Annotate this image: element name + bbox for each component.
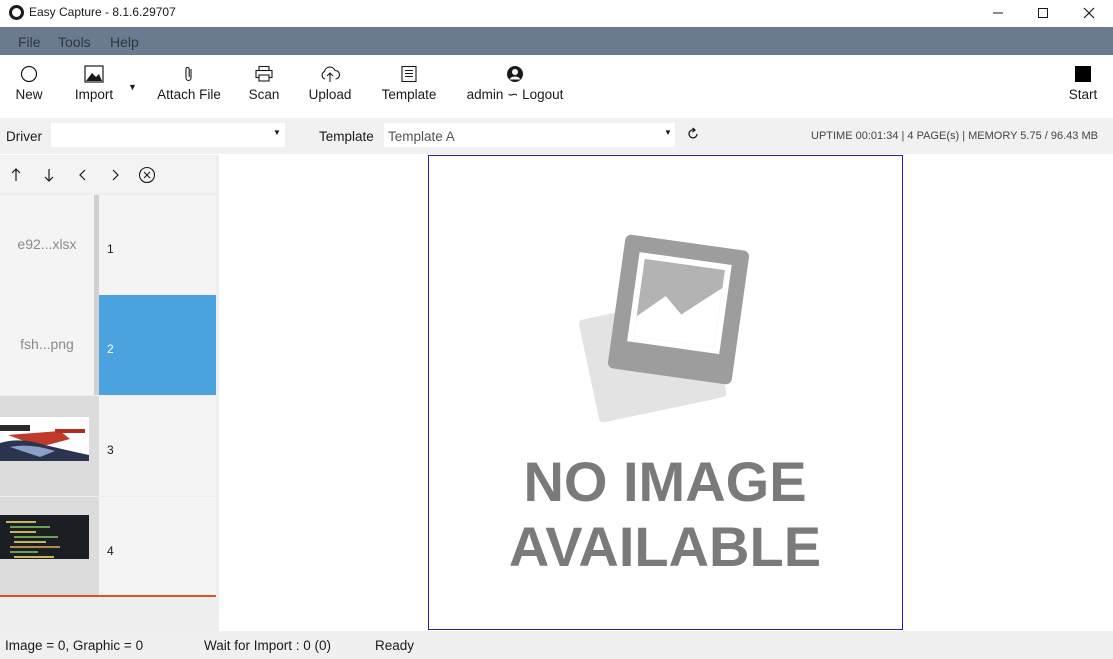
- window-title: Easy Capture - 8.1.6.29707: [29, 5, 176, 19]
- status-bar: Image = 0, Graphic = 0 Wait for Import :…: [0, 631, 1113, 659]
- page-list-item[interactable]: 4: [0, 497, 216, 597]
- previous-button[interactable]: [73, 166, 91, 184]
- attach-file-label: Attach File: [157, 87, 221, 102]
- minimize-button[interactable]: [975, 0, 1021, 26]
- no-image-text-line1: NO IMAGE: [523, 450, 806, 513]
- movie-poster-thumbnail-image: [0, 417, 89, 461]
- chevron-down-icon[interactable]: ▼: [664, 128, 672, 137]
- driver-select[interactable]: [51, 123, 285, 147]
- page-number: 3: [107, 443, 114, 457]
- paperclip-icon: [185, 66, 192, 82]
- user-logout-button[interactable]: admin ∽ Logout: [460, 65, 570, 109]
- title-bar: Easy Capture - 8.1.6.29707: [0, 0, 1113, 26]
- new-label: New: [15, 87, 43, 102]
- template-select-label: Template: [319, 129, 374, 144]
- template-select-value[interactable]: Template A: [388, 129, 455, 144]
- import-label: Import: [74, 87, 114, 102]
- page-number: 4: [107, 544, 114, 558]
- no-image-text-line2: AVAILABLE: [509, 515, 821, 578]
- page-number: 2: [107, 342, 114, 356]
- close-icon: [1083, 7, 1095, 19]
- import-dropdown-icon[interactable]: ▼: [128, 82, 137, 92]
- page-list-item[interactable]: 3: [0, 396, 216, 496]
- list-end-divider: [0, 595, 216, 597]
- menu-file[interactable]: File: [18, 34, 41, 50]
- app-icon: [9, 5, 24, 20]
- start-label: Start: [1068, 87, 1098, 102]
- code-screenshot-thumbnail-image: [0, 515, 89, 559]
- start-button[interactable]: Start: [1062, 65, 1104, 109]
- maximize-icon: [1038, 8, 1048, 18]
- preview-frame: NO IMAGE AVAILABLE: [428, 155, 903, 630]
- arrow-up-icon: [11, 168, 21, 181]
- options-row: Driver ▼ Template Template A ▼ UPTIME 00…: [0, 118, 1113, 154]
- chevron-right-icon: [112, 169, 119, 181]
- close-window-button[interactable]: [1066, 0, 1112, 26]
- circle-x-icon: [138, 166, 156, 184]
- minimize-icon: [993, 12, 1003, 14]
- new-button[interactable]: New: [8, 65, 50, 109]
- page-number: 1: [107, 242, 114, 256]
- page-list-item[interactable]: e92...xlsx 1: [0, 195, 216, 295]
- page-number-cell: [99, 396, 216, 496]
- import-button[interactable]: Import: [66, 65, 122, 109]
- move-up-button[interactable]: [7, 166, 25, 184]
- move-down-button[interactable]: [40, 166, 58, 184]
- uptime-memory-info: UPTIME 00:01:34 | 4 PAGE(s) | MEMORY 5.7…: [811, 130, 1098, 142]
- document-icon: [401, 65, 417, 83]
- maximize-button[interactable]: [1020, 0, 1066, 26]
- user-icon: [507, 66, 523, 82]
- page-number-cell: [99, 195, 216, 295]
- refresh-icon[interactable]: [686, 127, 700, 141]
- page-number-cell: [99, 295, 216, 395]
- page-file-name: e92...xlsx: [17, 236, 77, 252]
- no-image-placeholder-icon: NO IMAGE AVAILABLE: [509, 234, 821, 578]
- driver-label: Driver: [6, 129, 42, 144]
- template-button[interactable]: Template: [376, 65, 442, 109]
- page-list-panel: e92...xlsx 1 fsh...png 2 3 4: [0, 155, 219, 631]
- image-icon: [84, 65, 104, 83]
- scan-button[interactable]: Scan: [242, 65, 286, 109]
- page-number-cell: [99, 497, 216, 597]
- scan-label: Scan: [248, 87, 280, 102]
- stop-square-icon: [1075, 66, 1091, 82]
- menu-tools[interactable]: Tools: [58, 34, 91, 50]
- preview-area: NO IMAGE AVAILABLE: [219, 155, 1113, 631]
- image-count-status: Image = 0, Graphic = 0: [5, 638, 144, 653]
- page-list-item-selected[interactable]: fsh...png 2: [0, 295, 216, 395]
- menu-bar: File Tools Help: [0, 27, 1113, 55]
- user-logout-label: admin ∽ Logout: [466, 87, 564, 102]
- arrow-down-icon: [44, 169, 54, 182]
- ready-status: Ready: [375, 638, 415, 653]
- menu-help[interactable]: Help: [110, 34, 139, 50]
- template-label: Template: [381, 87, 437, 102]
- page-file-name: fsh...png: [20, 336, 74, 352]
- circle-icon: [20, 65, 38, 83]
- page-nav-row: [0, 155, 216, 193]
- wait-import-status: Wait for Import : 0 (0): [204, 638, 332, 653]
- attach-file-button[interactable]: Attach File: [150, 65, 228, 109]
- cloud-upload-icon: [321, 66, 341, 82]
- upload-button[interactable]: Upload: [304, 65, 356, 109]
- remove-page-button[interactable]: [138, 166, 156, 184]
- toolbar: New Import ▼ Attach File Scan Upload Tem…: [0, 55, 1113, 165]
- chevron-down-icon[interactable]: ▼: [273, 128, 281, 137]
- chevron-left-icon: [79, 169, 86, 181]
- next-button[interactable]: [106, 166, 124, 184]
- upload-label: Upload: [308, 87, 352, 102]
- printer-icon: [255, 65, 273, 82]
